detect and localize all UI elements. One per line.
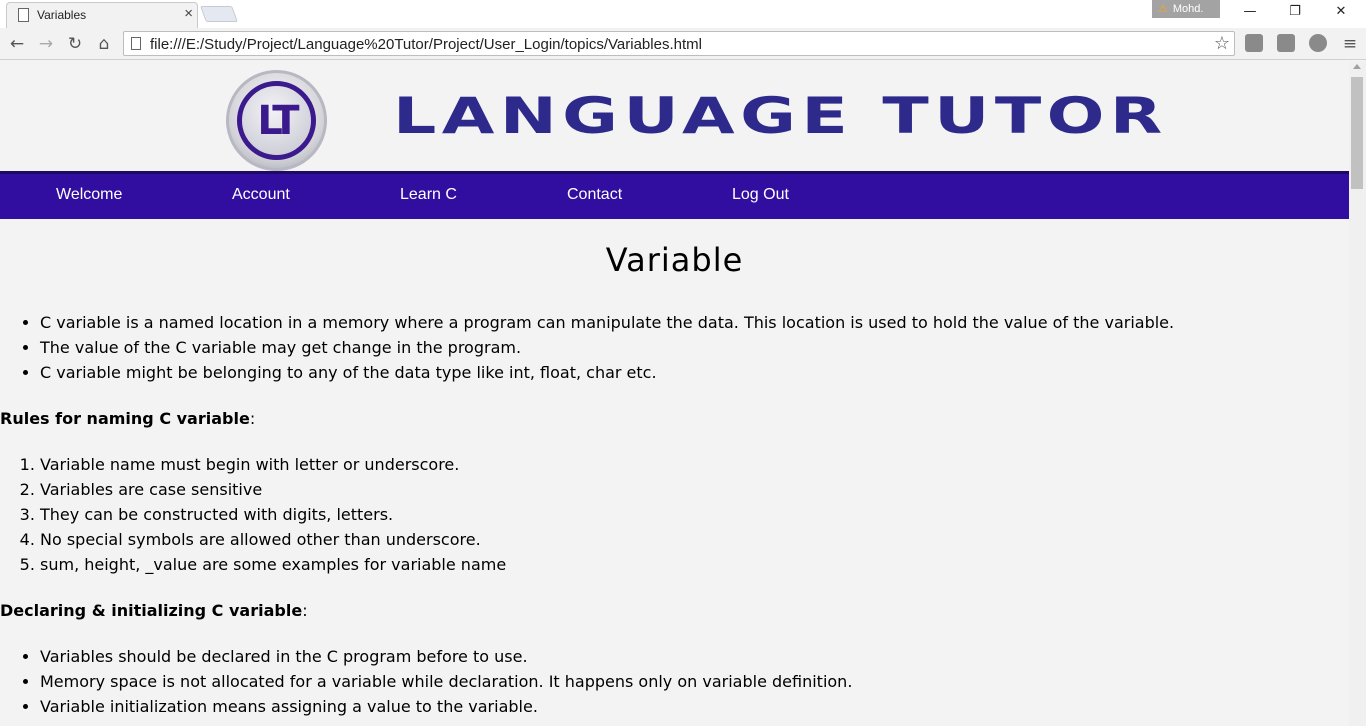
rules-list: Variable name must begin with letter or … — [40, 452, 1349, 577]
nav-learn-c[interactable]: Learn C — [400, 186, 457, 204]
nav-welcome[interactable]: Welcome — [56, 186, 122, 204]
bookmark-star-icon[interactable]: ☆ — [1214, 33, 1230, 54]
rules-heading: Rules for naming C variable: — [0, 406, 1349, 431]
list-item: Variable initialization means assigning … — [40, 694, 1349, 719]
site-brand: LANGUAGE TUTOR — [393, 87, 1168, 145]
list-item: C variable is a named location in a memo… — [40, 310, 1349, 335]
back-icon[interactable]: ← — [5, 32, 29, 56]
list-item: They can be constructed with digits, let… — [40, 502, 1349, 527]
nav-log-out[interactable]: Log Out — [732, 186, 789, 204]
declare-heading-text: Declaring & initializing C variable — [0, 601, 303, 620]
site-logo: LT — [226, 70, 327, 171]
page-title: Variable — [605, 241, 744, 279]
tab-close-icon[interactable]: × — [184, 5, 193, 22]
rules-heading-colon: : — [249, 409, 256, 428]
list-item: Memory space is not allocated for a vari… — [40, 669, 1349, 694]
tab-strip: Variables × ⚠ Mohd. — ❐ ✕ — [0, 0, 1366, 28]
list-item: No special symbols are allowed other tha… — [40, 527, 1349, 552]
extension-icon[interactable] — [1245, 34, 1263, 52]
profile-badge[interactable]: ⚠ Mohd. — [1152, 0, 1220, 18]
logo-text: LT — [257, 98, 299, 144]
intro-list: C variable is a named location in a memo… — [40, 310, 1349, 385]
logo-ring: LT — [237, 81, 316, 160]
nav-contact[interactable]: Contact — [567, 186, 622, 204]
list-item: C variable might be belonging to any of … — [40, 360, 1349, 385]
extension-icon[interactable] — [1309, 34, 1327, 52]
list-item: Variables should be declared in the C pr… — [40, 644, 1349, 669]
menu-icon[interactable]: ≡ — [1338, 32, 1362, 56]
address-bar[interactable]: file:///E:/Study/Project/Language%20Tuto… — [123, 31, 1235, 56]
extension-icon[interactable] — [1277, 34, 1295, 52]
page-icon — [131, 37, 141, 50]
site-header: LT LANGUAGE TUTOR — [0, 61, 1349, 171]
declare-heading-colon: : — [302, 601, 308, 620]
page-icon — [18, 8, 29, 22]
declare-heading: Declaring & initializing C variable: — [0, 598, 1349, 623]
home-icon[interactable]: ⌂ — [92, 32, 116, 56]
list-item: Variable name must begin with letter or … — [40, 452, 1349, 477]
new-tab-button[interactable] — [200, 6, 238, 22]
browser-tab[interactable]: Variables × — [6, 2, 198, 28]
declare-list: Variables should be declared in the C pr… — [40, 644, 1349, 719]
scrollbar-thumb[interactable] — [1351, 77, 1363, 189]
main-nav: Welcome Account Learn C Contact Log Out — [0, 171, 1349, 219]
warning-icon: ⚠ — [1158, 3, 1168, 15]
browser-toolbar: ← → ↻ ⌂ file:///E:/Study/Project/Languag… — [0, 28, 1366, 60]
nav-account[interactable]: Account — [232, 186, 290, 204]
close-window-button[interactable]: ✕ — [1318, 2, 1364, 22]
profile-name: Mohd. — [1172, 3, 1204, 15]
page-scrollbar[interactable] — [1349, 61, 1366, 726]
web-page: LT LANGUAGE TUTOR Welcome Account Learn … — [0, 61, 1349, 726]
url-text[interactable]: file:///E:/Study/Project/Language%20Tuto… — [150, 36, 702, 53]
list-item: sum, height, _value are some examples fo… — [40, 552, 1349, 577]
list-item: The value of the C variable may get chan… — [40, 335, 1349, 360]
minimize-button[interactable]: — — [1227, 2, 1273, 22]
main-content: Variable C variable is a named location … — [0, 241, 1349, 719]
tab-title: Variables — [37, 8, 87, 22]
rules-heading-text: Rules for naming C variable — [0, 409, 250, 428]
reload-icon[interactable]: ↻ — [63, 32, 87, 56]
forward-icon[interactable]: → — [34, 32, 58, 56]
restore-button[interactable]: ❐ — [1272, 2, 1318, 22]
list-item: Variables are case sensitive — [40, 477, 1349, 502]
scroll-up-icon[interactable] — [1353, 64, 1361, 69]
